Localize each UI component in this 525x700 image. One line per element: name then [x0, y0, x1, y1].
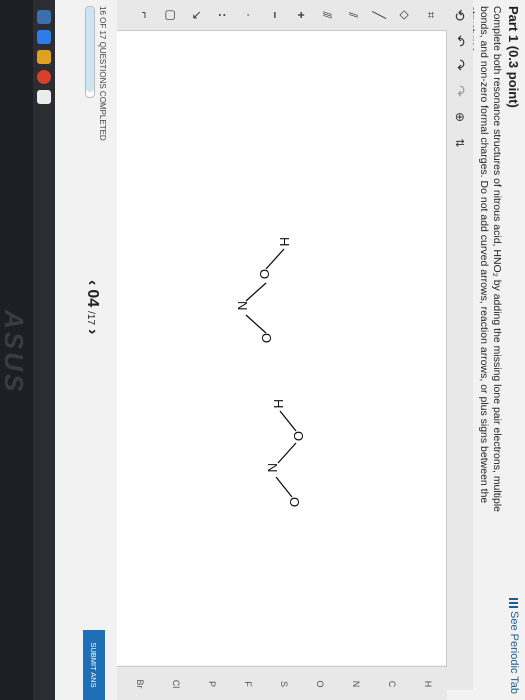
atom-o[interactable]: O	[291, 431, 306, 441]
windows-icon[interactable]	[37, 10, 51, 24]
undo-icon[interactable]: ↶	[451, 32, 469, 50]
atom-o[interactable]: O	[259, 333, 274, 343]
screen: Part 1 (0.3 point) See Periodic Tab Comp…	[0, 0, 525, 700]
question-pager: ‹ 04 /17 ›	[83, 280, 101, 334]
structure-2[interactable]: H O N O	[265, 399, 306, 507]
element-n[interactable]: N	[347, 669, 365, 699]
atom-o[interactable]: O	[287, 497, 302, 507]
periodic-table-link-label: See Periodic Tab	[508, 611, 520, 694]
left-toolbar: ⌗ ◇ ╱ ⫽ ⫻ + − · : ↘ ▢ ⌐	[117, 0, 447, 31]
brand-logo: ASUS	[0, 310, 29, 395]
top-toolbar: ⟲ ↶ ↷ ↷ ⊕ ⇅	[446, 0, 473, 690]
triple-bond-icon[interactable]: ⫻	[317, 4, 337, 26]
element-toolbar: H C N O S F P Cl Br	[117, 666, 447, 700]
next-question-button[interactable]: ›	[83, 329, 101, 334]
redo-icon[interactable]: ↷	[451, 56, 469, 74]
ring-icon[interactable]: ▢	[161, 4, 181, 26]
atom-n[interactable]: N	[265, 463, 280, 472]
part-title: Part 1 (0.3 point)	[506, 6, 521, 108]
bar-chart-icon	[509, 598, 519, 609]
submit-answer-button[interactable]: SUBMIT ANS	[83, 630, 105, 700]
taskbar	[33, 0, 55, 700]
atom-o[interactable]: O	[257, 269, 272, 279]
element-o[interactable]: O	[311, 669, 329, 699]
element-s[interactable]: S	[275, 669, 293, 699]
question-total: /17	[85, 311, 96, 326]
periodic-table-link[interactable]: See Periodic Tab	[508, 598, 520, 694]
select-icon[interactable]: ⌗	[421, 4, 441, 26]
radical-icon[interactable]: ·	[239, 4, 259, 26]
progress-fill	[86, 7, 94, 92]
minus-charge-button[interactable]: −	[265, 4, 285, 26]
atom-h[interactable]: H	[271, 399, 286, 408]
atom-h[interactable]: H	[277, 237, 292, 246]
erase-icon[interactable]: ⟲	[451, 6, 469, 24]
eraser-icon[interactable]: ◇	[395, 4, 415, 26]
atom-n[interactable]: N	[235, 301, 250, 310]
progress-label: 16 OF 17 QUESTIONS COMPLETED	[98, 6, 107, 141]
element-c[interactable]: C	[383, 669, 401, 699]
element-p[interactable]: P	[203, 669, 221, 699]
current-question: 04	[84, 289, 101, 308]
edge-icon[interactable]	[37, 30, 51, 44]
template-icon[interactable]: ⇅	[451, 134, 469, 152]
chain-icon[interactable]: ⌐	[135, 4, 155, 26]
store-icon[interactable]	[37, 90, 51, 104]
zoom-icon[interactable]: ⊕	[451, 108, 469, 126]
folder-icon[interactable]	[37, 50, 51, 64]
element-cl[interactable]: Cl	[167, 669, 185, 699]
redo-disabled-icon[interactable]: ↷	[451, 82, 469, 100]
structures-drawing: H O N O H O N O	[235, 237, 306, 507]
element-f[interactable]: F	[239, 669, 257, 699]
chrome-icon[interactable]	[37, 70, 51, 84]
element-h[interactable]: H	[419, 669, 437, 699]
prev-question-button[interactable]: ‹	[83, 280, 101, 285]
single-bond-icon[interactable]: ╱	[369, 4, 389, 26]
element-br[interactable]: Br	[131, 669, 149, 699]
arrow-icon[interactable]: ↘	[187, 4, 207, 26]
structure-1[interactable]: H O N O	[235, 237, 292, 343]
lone-pair-button[interactable]: :	[213, 4, 233, 26]
plus-charge-button[interactable]: +	[291, 4, 311, 26]
drawing-canvas[interactable]: H O N O H O N O	[117, 31, 446, 665]
double-bond-icon[interactable]: ⫽	[343, 4, 363, 26]
